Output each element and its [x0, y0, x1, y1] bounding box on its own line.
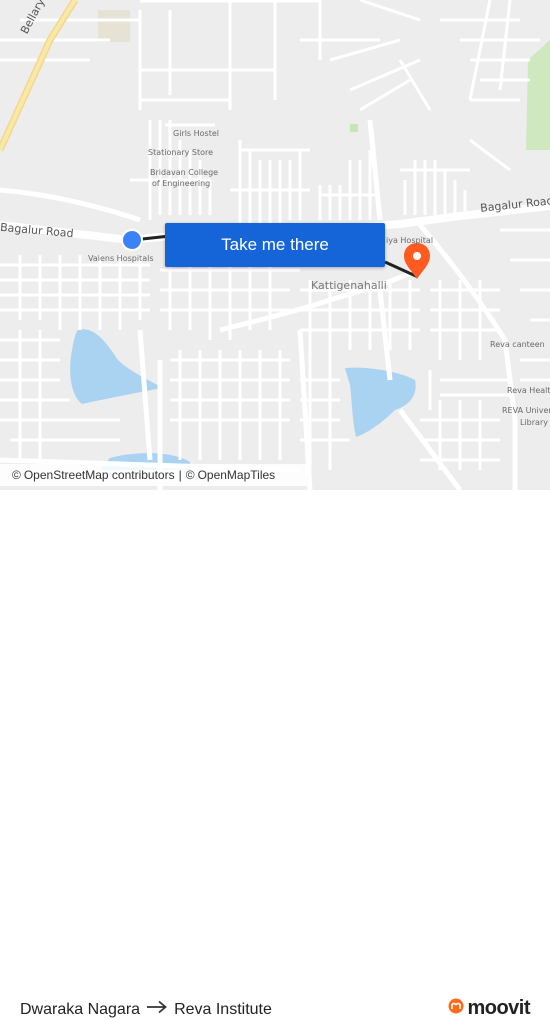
- reva-library-label-2: Library: [520, 418, 548, 427]
- destination-label: Reva Institute: [174, 1000, 272, 1018]
- take-me-there-button[interactable]: Take me there: [165, 223, 385, 267]
- map-view[interactable]: Bellary Road Bagalur Road Bagalur Road G…: [0, 0, 550, 490]
- brand-name: moovit: [467, 997, 530, 1019]
- block-area: [98, 10, 130, 42]
- origin-label: Dwaraka Nagara: [20, 1000, 141, 1018]
- map-attribution: © OpenStreetMap contributors | © OpenMap…: [0, 464, 310, 486]
- park-small: [350, 124, 358, 132]
- attribution-separator: |: [178, 468, 182, 482]
- arrow-right-icon: [146, 1000, 168, 1019]
- lake-west: [70, 329, 162, 404]
- bridavan-college-label: Bridavan College: [150, 168, 219, 177]
- route-summary: Dwaraka Nagara Reva Institute: [20, 1000, 272, 1019]
- kattigenahalli-label: Kattigenahalli: [311, 279, 387, 292]
- copyright-symbol: ©: [12, 468, 21, 482]
- park-area: [526, 40, 550, 150]
- copyright-symbol-2: ©: [185, 468, 195, 482]
- moovit-pin-icon: [448, 997, 464, 1020]
- lake-east: [345, 367, 416, 437]
- reva-library-label: REVA Univer: [502, 406, 550, 415]
- bridavan-college-label-2: of Engineering: [152, 179, 211, 188]
- stationary-store-label: Stationary Store: [148, 148, 214, 157]
- osm-attribution-link[interactable]: OpenStreetMap contributors: [24, 468, 175, 482]
- reva-canteen-label: Reva canteen: [490, 340, 545, 349]
- hospital-label: iya Hospital: [386, 236, 434, 245]
- omt-attribution-link[interactable]: OpenMapTiles: [198, 468, 276, 482]
- valens-hospitals-label: Valens Hospitals: [88, 254, 154, 263]
- footer-bar: Dwaraka Nagara Reva Institute moovit: [0, 490, 550, 1019]
- girls-hostel-label: Girls Hostel: [173, 129, 220, 138]
- moovit-logo: moovit: [448, 997, 530, 1020]
- blue-dot-icon[interactable]: [121, 229, 143, 251]
- reva-health-label: Reva Healt: [507, 386, 550, 395]
